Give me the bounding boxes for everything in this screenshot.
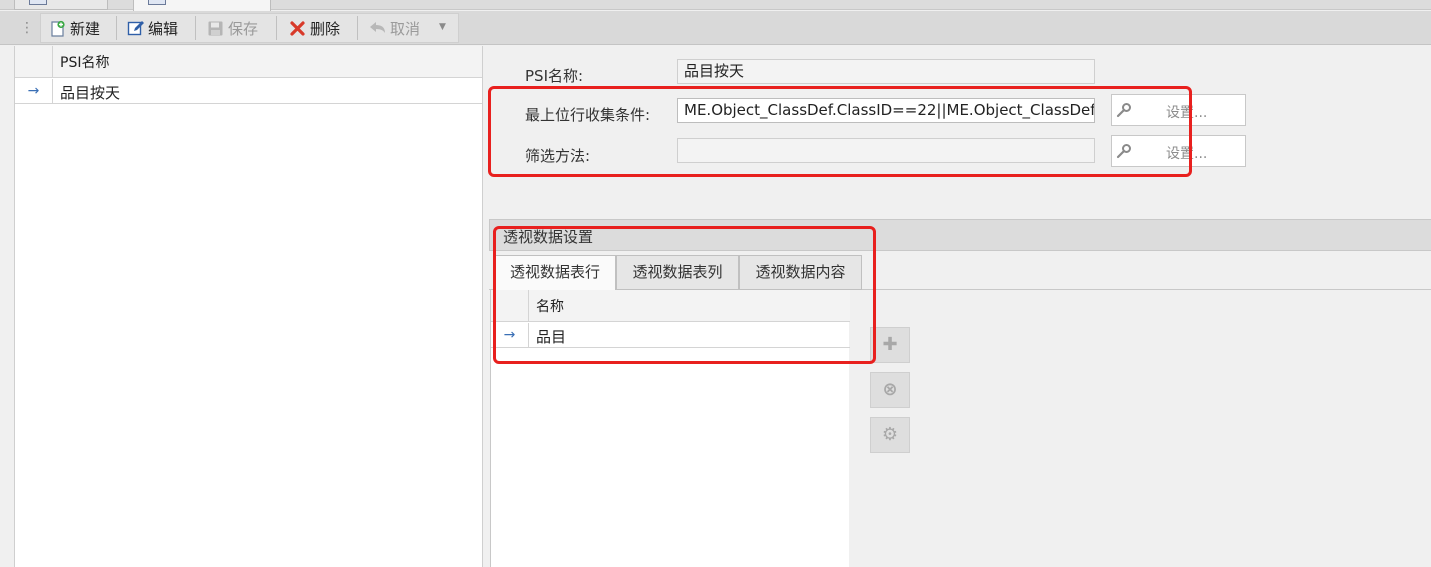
edit-icon: [127, 20, 144, 37]
table-row[interactable]: → 品目按天: [15, 79, 482, 104]
document-tab-strip: [0, 0, 1431, 11]
cancel-button-label: 取消: [390, 19, 421, 38]
row-indicator-header: [15, 46, 53, 78]
psi-list-header: PSI名称: [15, 46, 482, 78]
table-cell-psi-name[interactable]: 品目按天: [60, 82, 120, 103]
add-row-button[interactable]: ✚: [870, 327, 910, 363]
save-icon: [207, 20, 224, 37]
undo-icon: [369, 20, 386, 37]
toolbar-grip[interactable]: ⋮: [20, 20, 34, 36]
toolbar-separator: [195, 16, 196, 40]
document-tab-2[interactable]: [133, 0, 271, 11]
toolbar-overflow-dropdown[interactable]: ▼: [439, 22, 446, 32]
row-indicator-arrow-icon: →: [15, 79, 53, 104]
edit-button[interactable]: 编辑: [121, 14, 184, 42]
highlight-box-conditions: [488, 86, 1192, 177]
toolbar-button-group: 新建 编辑 保存 删除 取消 ▼: [40, 13, 459, 43]
psi-name-field[interactable]: 品目按天: [677, 59, 1095, 84]
highlight-box-pivot: [493, 226, 876, 364]
configure-row-button[interactable]: ⚙: [870, 417, 910, 453]
edit-button-label: 编辑: [148, 19, 179, 38]
add-icon: ✚: [882, 334, 898, 355]
delete-button[interactable]: 删除: [283, 14, 346, 42]
document-tab-1[interactable]: [14, 0, 108, 10]
toolbar-separator: [276, 16, 277, 40]
remove-icon: ⊗: [882, 379, 898, 400]
remove-row-button[interactable]: ⊗: [870, 372, 910, 408]
new-document-icon: [49, 20, 66, 37]
psi-name-label: PSI名称:: [525, 67, 584, 85]
save-button-label: 保存: [228, 19, 259, 38]
delete-button-label: 删除: [310, 19, 341, 38]
delete-icon: [289, 20, 306, 37]
new-button-label: 新建: [70, 19, 101, 38]
form-icon: [148, 0, 166, 5]
toolbar-separator: [116, 16, 117, 40]
psi-list-grid: PSI名称 → 品目按天: [14, 46, 483, 567]
form-icon: [29, 0, 47, 5]
toolbar: ⋮ 新建 编辑 保存 删除 取消 ▼: [0, 11, 1431, 45]
toolbar-separator: [357, 16, 358, 40]
new-button[interactable]: 新建: [43, 14, 106, 42]
column-header-psi-name[interactable]: PSI名称: [60, 52, 109, 72]
configure-icon: ⚙: [881, 424, 899, 445]
save-button[interactable]: 保存: [201, 14, 264, 42]
cancel-button[interactable]: 取消: [363, 14, 426, 42]
